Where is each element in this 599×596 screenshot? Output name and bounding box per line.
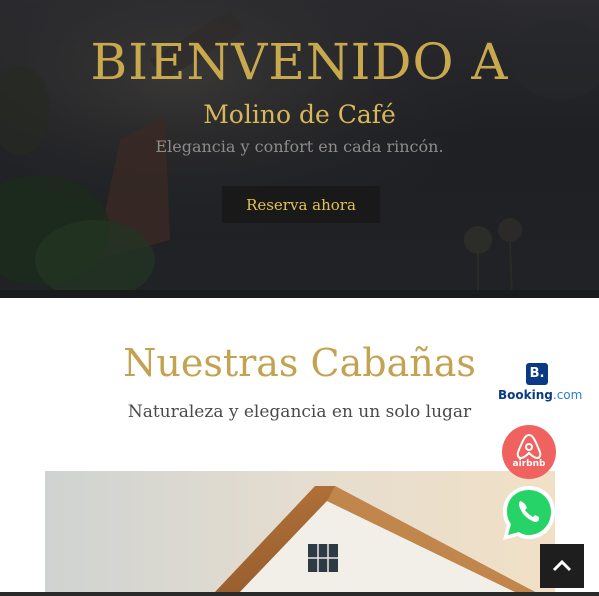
booking-link[interactable]: B. Booking.com bbox=[498, 360, 583, 406]
whatsapp-link[interactable] bbox=[500, 483, 558, 543]
page-bottom-strip bbox=[0, 592, 599, 596]
airbnb-icon bbox=[516, 433, 542, 459]
airbnb-link[interactable]: airbnb bbox=[502, 425, 556, 479]
scroll-to-top-button[interactable] bbox=[540, 544, 584, 588]
hero-tagline: Elegancia y confort en cada rincón. bbox=[155, 137, 444, 156]
cabin-photo bbox=[45, 471, 555, 592]
airbnb-label: airbnb bbox=[512, 459, 546, 469]
hero-title: BIENVENIDO A bbox=[90, 33, 509, 91]
hero-subtitle: Molino de Café bbox=[203, 100, 396, 129]
booking-suffix: .com bbox=[552, 388, 583, 402]
booking-name: Booking bbox=[498, 388, 553, 402]
chevron-up-icon bbox=[552, 559, 572, 572]
booking-logo-text: Booking.com bbox=[498, 388, 583, 402]
hero-section: BIENVENIDO A Molino de Café Elegancia y … bbox=[0, 0, 599, 298]
reserve-now-button[interactable]: Reserva ahora bbox=[222, 186, 380, 223]
whatsapp-icon bbox=[503, 486, 555, 540]
hero-divider bbox=[0, 290, 599, 298]
booking-icon: B. bbox=[526, 363, 548, 385]
